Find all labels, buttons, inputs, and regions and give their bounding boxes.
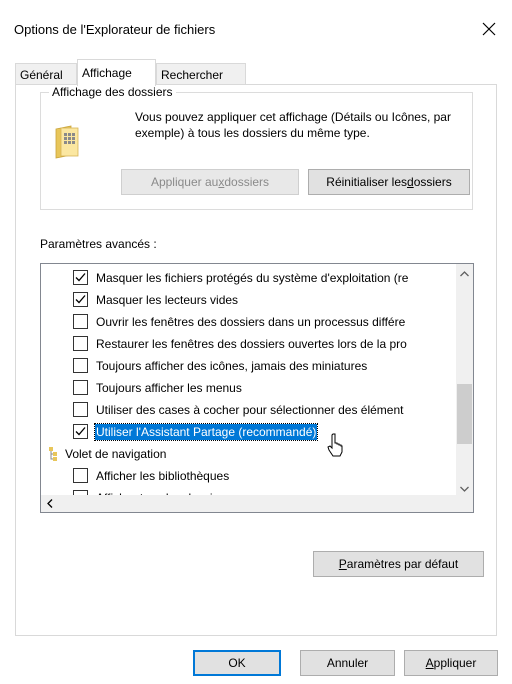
ok-button[interactable]: OK — [193, 650, 281, 676]
reset-folders-label: Réinitialiser les — [326, 175, 407, 189]
cancel-button[interactable]: Annuler — [300, 650, 395, 676]
advanced-settings-tree[interactable]: Masquer les fichiers protégés du système… — [40, 263, 474, 513]
chevron-left-icon — [46, 497, 53, 511]
list-item[interactable]: Masquer les fichiers protégés du système… — [41, 267, 459, 289]
tab-rechercher[interactable]: Rechercher — [156, 63, 246, 85]
folder-view-description: Vous pouvez appliquer cet affichage (Dét… — [135, 110, 451, 140]
navigation-pane-icon — [47, 446, 61, 465]
scroll-down-button[interactable] — [456, 479, 473, 496]
checkbox-checked[interactable] — [73, 292, 88, 307]
tab-panel-affichage: Affichage des dossiers Vous pouvez appli… — [15, 84, 497, 636]
apply-to-folders-button[interactable]: Appliquer au x dossiers — [121, 169, 299, 195]
list-item[interactable]: Afficher les bibliothèques — [41, 465, 459, 487]
checkbox-unchecked[interactable] — [73, 402, 88, 417]
list-item-label: Utiliser des cases à cocher pour sélecti… — [96, 403, 404, 417]
restore-defaults-button[interactable]: Paramètres par défaut — [313, 551, 484, 577]
tab-rechercher-label: Rechercher — [161, 68, 224, 82]
reset-folders-accesskey: d — [407, 175, 414, 189]
list-item-label: Toujours afficher les menus — [96, 381, 242, 395]
list-item-label: Volet de navigation — [65, 447, 167, 461]
list-item-label: Restaurer les fenêtres des dossiers ouve… — [96, 337, 407, 351]
tab-general-label: Général — [20, 68, 63, 82]
advanced-settings-label: Paramètres avancés : — [40, 237, 157, 251]
list-item[interactable]: Toujours afficher les menus — [41, 377, 459, 399]
tab-general[interactable]: Général — [15, 63, 77, 85]
apply-to-folders-label: Appliquer au — [150, 175, 219, 189]
list-item-label: Masquer les lecteurs vides — [96, 293, 239, 307]
list-item-selected[interactable]: Utiliser l'Assistant Partage (recommandé… — [41, 421, 459, 443]
apply-label-end: ppliquer — [433, 656, 477, 670]
list-item[interactable]: Restaurer les fenêtres des dossiers ouve… — [41, 333, 459, 355]
folder-icon — [55, 125, 79, 162]
folder-view-legend: Affichage des dossiers — [49, 85, 176, 99]
checkbox-unchecked[interactable] — [73, 336, 88, 351]
close-icon — [482, 22, 496, 39]
list-item-label: Afficher les bibliothèques — [96, 469, 230, 483]
chevron-up-icon — [460, 266, 469, 280]
scroll-left-button[interactable] — [41, 495, 58, 512]
checkbox-checked[interactable] — [73, 270, 88, 285]
list-item-label: Ouvrir les fenêtres des dossiers dans un… — [96, 315, 406, 329]
list-item[interactable]: Masquer les lecteurs vides — [41, 289, 459, 311]
ok-label: OK — [228, 656, 246, 670]
vertical-scrollbar[interactable] — [456, 264, 473, 496]
tab-affichage[interactable]: Affichage — [77, 59, 156, 86]
apply-accesskey: A — [425, 656, 434, 670]
checkbox-unchecked[interactable] — [73, 358, 88, 373]
list-item[interactable]: Toujours afficher des icônes, jamais des… — [41, 355, 459, 377]
checkbox-unchecked[interactable] — [73, 314, 88, 329]
close-button[interactable] — [466, 10, 512, 50]
horizontal-scrollbar[interactable] — [41, 495, 473, 512]
tab-affichage-label: Affichage — [82, 66, 132, 80]
list-item-label: Masquer les fichiers protégés du système… — [96, 271, 409, 285]
reset-folders-label-end: ossiers — [413, 175, 452, 189]
checkbox-unchecked[interactable] — [73, 380, 88, 395]
cancel-label: Annuler — [326, 656, 369, 670]
apply-button[interactable]: Appliquer — [404, 650, 498, 676]
title-bar: Options de l'Explorateur de fichiers — [0, 0, 512, 52]
list-item-label: Toujours afficher des icônes, jamais des… — [96, 359, 368, 373]
reset-folders-button[interactable]: Réinitialiser les d ossiers — [308, 169, 470, 195]
list-item[interactable]: Ouvrir les fenêtres des dossiers dans un… — [41, 311, 459, 333]
chevron-down-icon — [460, 481, 469, 495]
tree-group-navigation-pane[interactable]: Volet de navigation — [41, 443, 459, 465]
vertical-scroll-thumb[interactable] — [457, 384, 472, 444]
apply-to-folders-label-end: dossiers — [224, 175, 270, 189]
checkbox-checked[interactable] — [73, 424, 88, 439]
window-title: Options de l'Explorateur de fichiers — [14, 22, 216, 37]
checkbox-unchecked[interactable] — [73, 468, 88, 483]
scroll-up-button[interactable] — [456, 264, 473, 281]
restore-defaults-accesskey: P — [338, 557, 347, 571]
folder-view-group: Affichage des dossiers Vous pouvez appli… — [40, 85, 473, 210]
restore-defaults-label-end: aramètres par défaut — [346, 557, 459, 571]
scrollbar-corner — [456, 495, 473, 512]
mouse-pointer-icon — [325, 433, 345, 462]
list-item-label: Utiliser l'Assistant Partage (recommandé… — [93, 423, 319, 441]
list-item[interactable]: Utiliser des cases à cocher pour sélecti… — [41, 399, 459, 421]
